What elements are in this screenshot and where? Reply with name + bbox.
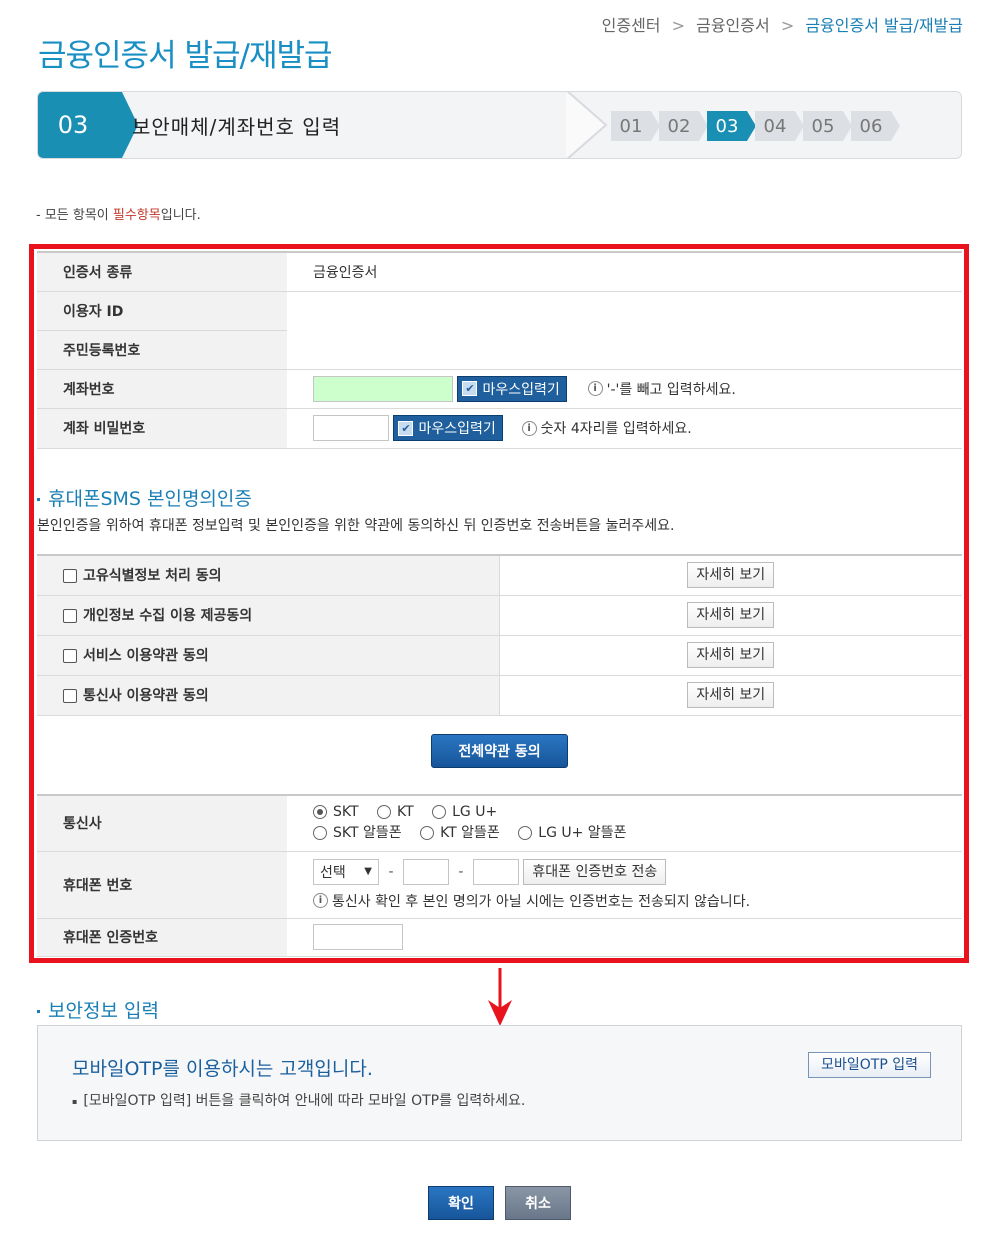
notice-required: 필수항목: [112, 208, 161, 223]
otp-description: [모바일OTP 입력] 버튼을 클릭하여 안내에 따라 모바일 OTP를 입력하…: [72, 1090, 525, 1110]
step-06: 06: [851, 111, 900, 141]
cancel-button[interactable]: 취소: [505, 1186, 571, 1220]
current-step-number: 03: [38, 92, 138, 158]
notice-prefix: - 모든 항목이: [36, 208, 113, 223]
step-list: 01 02 03 04 05 06: [611, 111, 900, 141]
security-section-title: 보안정보 입력: [37, 996, 159, 1023]
current-step-label: 보안매체/계좌번호 입력: [132, 114, 342, 139]
notice-suffix: 입니다.: [160, 208, 201, 223]
required-notice: - 모든 항목이 필수항목입니다.: [36, 204, 201, 223]
otp-title: 모바일OTP를 이용하시는 고객입니다.: [72, 1058, 373, 1080]
breadcrumb: 인증센터 > 금융인증서 > 금융인증서 발급/재발급: [602, 12, 963, 36]
step-01: 01: [611, 111, 660, 141]
highlight-box: [29, 244, 969, 963]
step-05: 05: [803, 111, 852, 141]
otp-panel: 모바일OTP를 이용하시는 고객입니다. [모바일OTP 입력] 버튼을 클릭하…: [37, 1025, 962, 1141]
step-progress-bar: 03 보안매체/계좌번호 입력 01 02 03 04 05 06: [37, 91, 962, 159]
breadcrumb-current: 금융인증서 발급/재발급: [805, 16, 963, 35]
step-divider-chevron-icon: [566, 92, 608, 158]
step-02: 02: [659, 111, 708, 141]
confirm-button[interactable]: 확인: [428, 1186, 494, 1220]
breadcrumb-separator: >: [780, 16, 795, 35]
breadcrumb-item[interactable]: 금융인증서: [696, 16, 770, 35]
breadcrumb-separator: >: [671, 16, 686, 35]
step-04: 04: [755, 111, 804, 141]
down-arrow-icon: [488, 968, 512, 1026]
breadcrumb-item[interactable]: 인증센터: [602, 16, 661, 35]
page-title: 금융인증서 발급/재발급: [38, 38, 332, 74]
step-03-active: 03: [707, 111, 756, 141]
mobile-otp-button[interactable]: 모바일OTP 입력: [808, 1052, 931, 1078]
